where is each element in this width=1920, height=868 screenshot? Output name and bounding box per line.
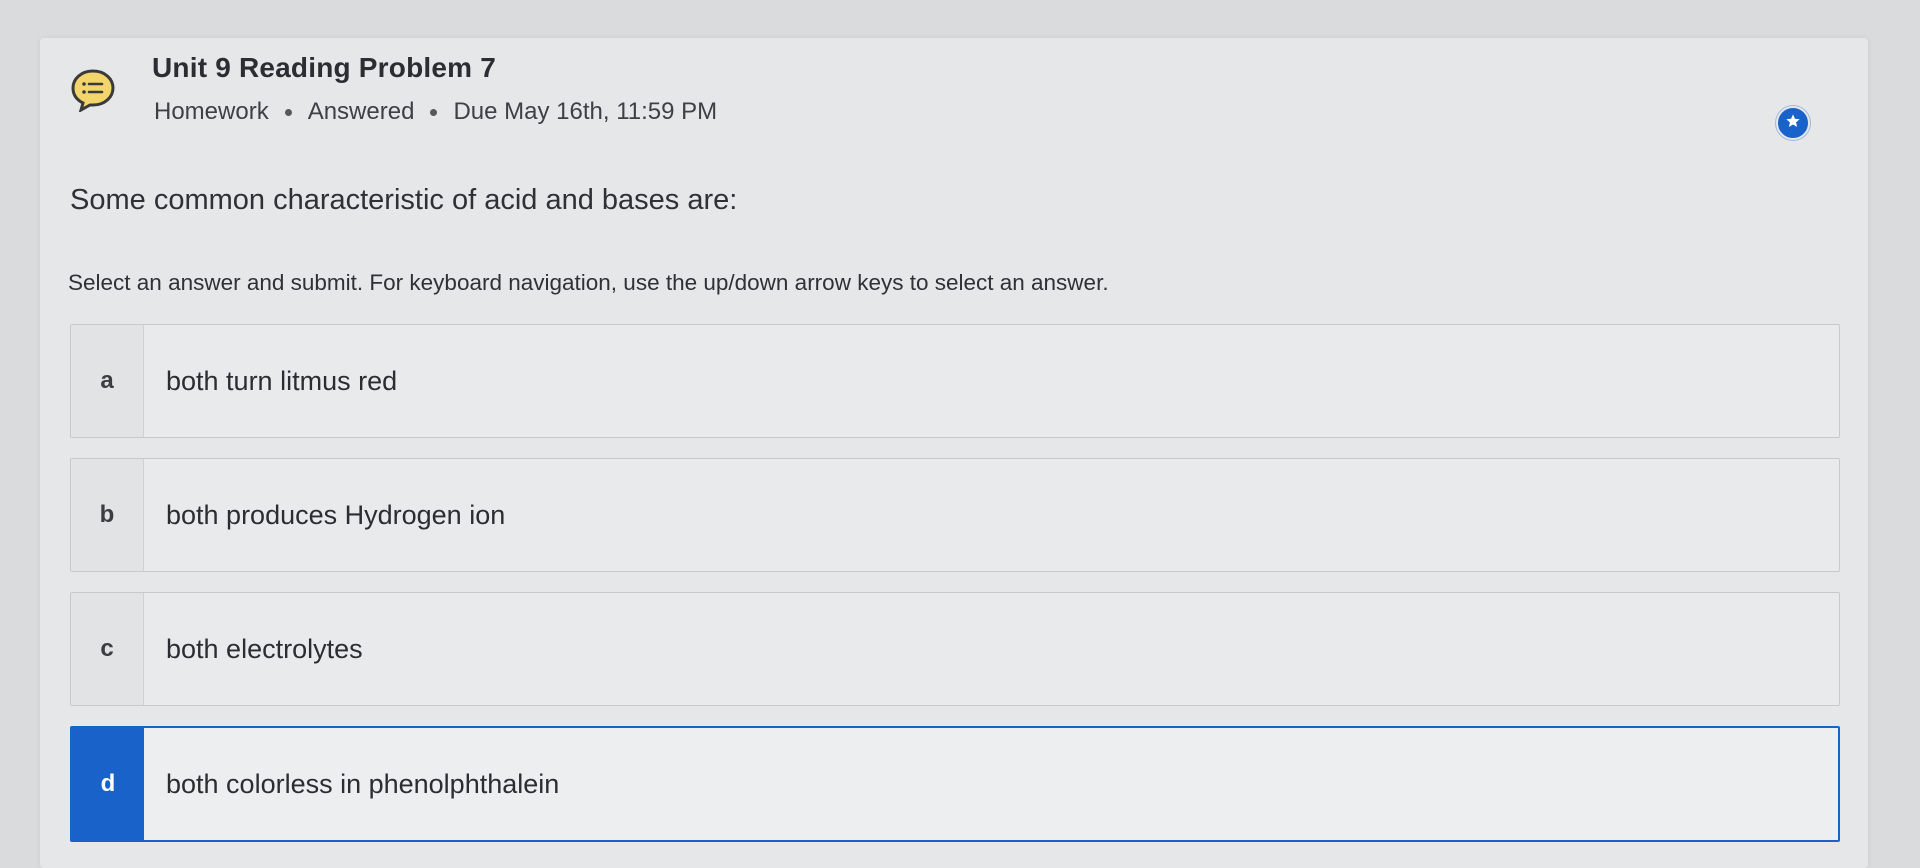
option-letter: c	[71, 593, 144, 705]
answer-options: a both turn litmus red b both produces H…	[70, 324, 1840, 862]
option-letter: a	[71, 325, 144, 437]
separator-dot	[284, 108, 292, 116]
answer-option-a[interactable]: a both turn litmus red	[70, 324, 1840, 438]
option-text: both turn litmus red	[166, 365, 398, 396]
answer-option-c[interactable]: c both electrolytes	[70, 592, 1840, 706]
question-prompt: Some common characteristic of acid and b…	[70, 184, 738, 216]
option-text: both electrolytes	[166, 633, 363, 664]
option-letter: d	[72, 728, 144, 840]
answer-instructions: Select an answer and submit. For keyboar…	[68, 270, 1109, 295]
option-text: both colorless in phenolphthalein	[166, 768, 560, 799]
option-text: both produces Hydrogen ion	[166, 499, 506, 530]
answer-option-d[interactable]: d both colorless in phenolphthalein	[70, 726, 1840, 842]
question-card: Unit 9 Reading Problem 7 Homework Answer…	[40, 38, 1868, 868]
separator-dot	[430, 108, 438, 116]
option-letter: b	[71, 459, 144, 571]
favorite-button[interactable]	[1776, 106, 1810, 140]
star-icon	[1785, 113, 1801, 134]
assignment-status: Answered	[307, 98, 415, 125]
assignment-due-date: Due May 16th, 11:59 PM	[453, 98, 718, 125]
answer-option-b[interactable]: b both produces Hydrogen ion	[70, 458, 1840, 572]
assignment-header: Unit 9 Reading Problem 7 Homework Answer…	[40, 38, 1868, 168]
assignment-type: Homework	[154, 98, 269, 125]
chat-list-icon	[70, 68, 116, 114]
assignment-meta: Homework Answered Due May 16th, 11:59 PM	[154, 98, 717, 126]
assignment-title: Unit 9 Reading Problem 7	[152, 52, 496, 83]
